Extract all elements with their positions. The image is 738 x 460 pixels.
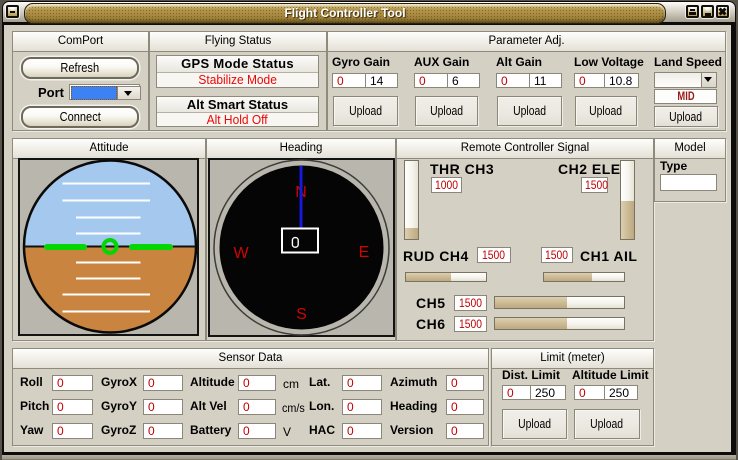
svg-text:S: S — [296, 306, 307, 323]
svg-text:W: W — [233, 245, 249, 262]
svg-text:E: E — [359, 244, 370, 261]
